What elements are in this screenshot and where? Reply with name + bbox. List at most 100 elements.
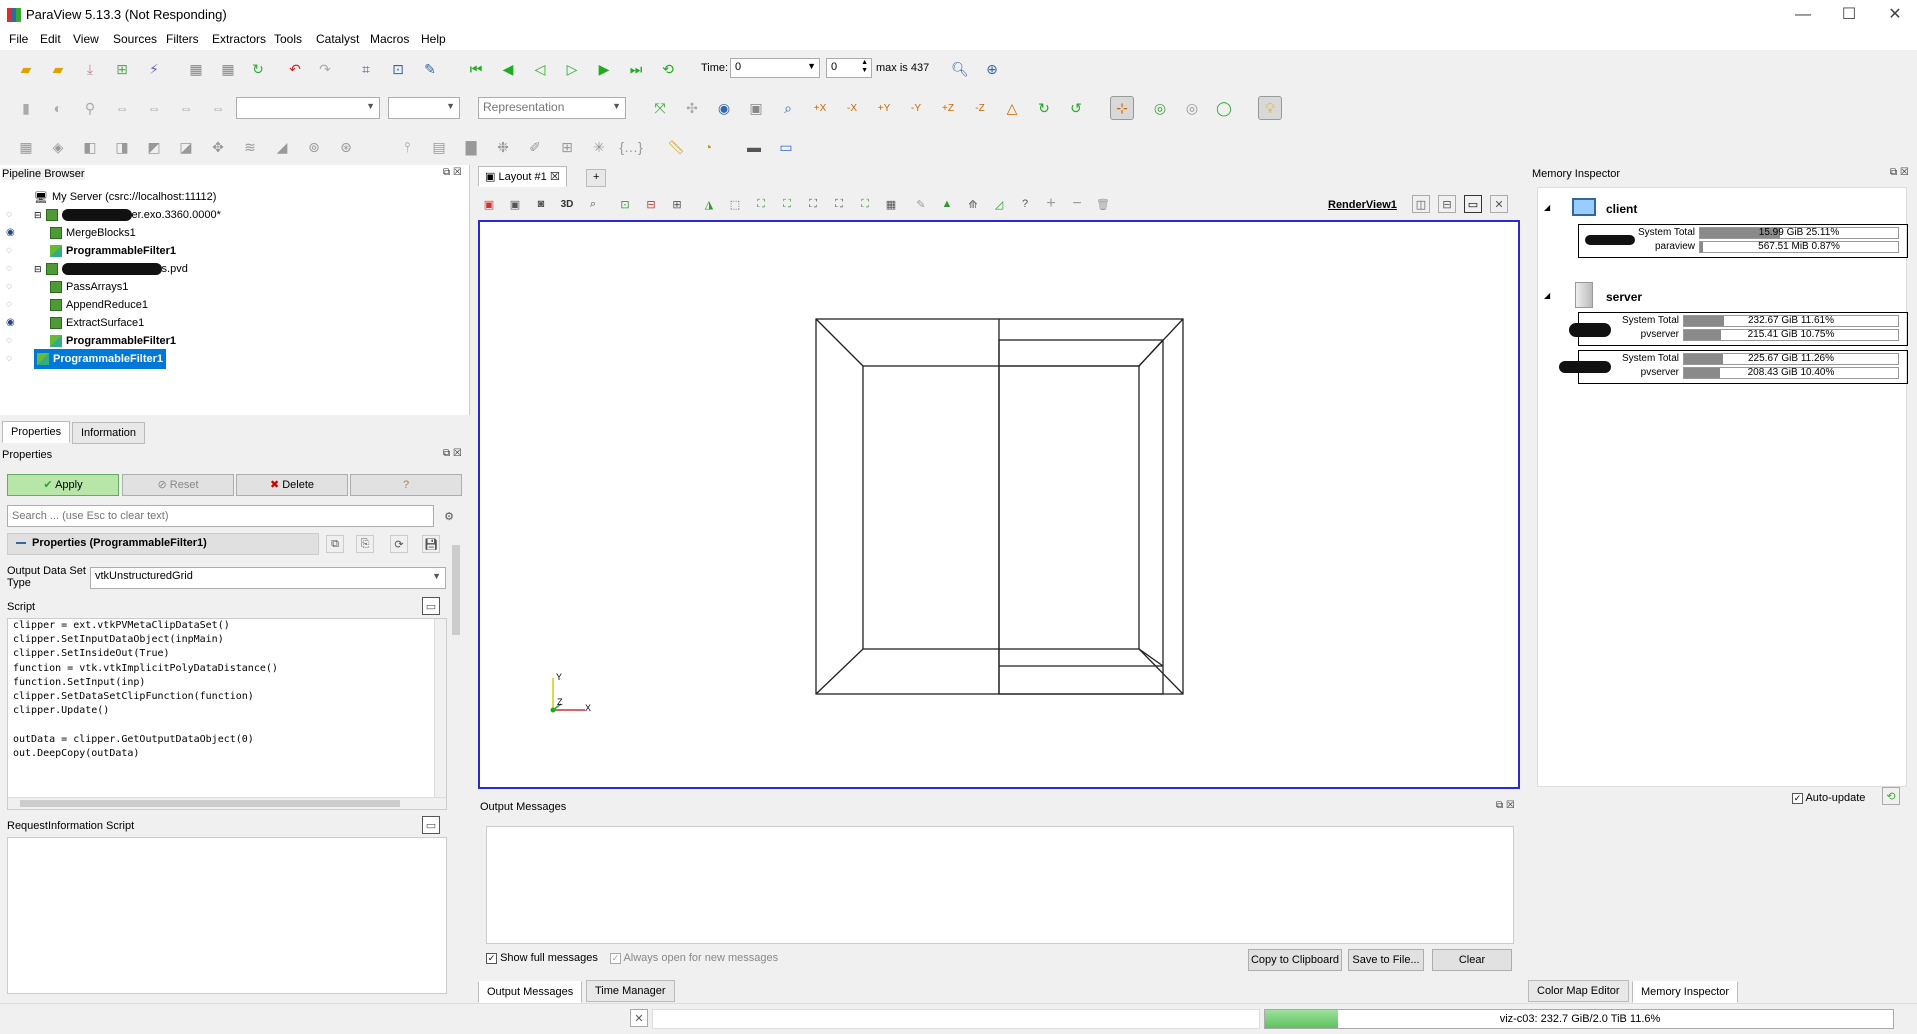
ruler-icon[interactable]: 📏︎ — [664, 135, 688, 159]
memory-usage-bar[interactable]: viz-c03: 232.7 GiB/2.0 TiB 11.6% — [1264, 1009, 1894, 1029]
isometric-view-icon[interactable]: △ — [1000, 96, 1024, 120]
disconnect-icon[interactable]: ⚡ — [142, 57, 166, 81]
visibility-eye-icon[interactable]: ◌ — [6, 245, 12, 256]
close-tab-icon[interactable]: ☒ — [550, 171, 560, 183]
script-editor[interactable]: clipper = ext.vtkPVMetaClipDataSet() clip… — [7, 618, 447, 810]
open-file-icon[interactable]: ▰ — [14, 57, 38, 81]
next-frame-icon[interactable]: ▶ — [592, 57, 616, 81]
pipeline-item[interactable]: MergeBlocks1 — [50, 223, 136, 243]
menu-filters[interactable]: Filters — [166, 32, 199, 46]
view-plus-x-icon[interactable]: +X — [808, 96, 832, 120]
save-state-icon[interactable]: ▦ — [216, 57, 240, 81]
reset-range-icon[interactable]: ⚲ — [78, 96, 102, 120]
rotate-minus-90-icon[interactable]: ↺ — [1064, 96, 1088, 120]
plot-global-icon[interactable]: ⊞ — [555, 135, 579, 159]
minimize-button[interactable]: — — [1780, 0, 1826, 30]
pick-center-icon[interactable]: ◎ — [1180, 96, 1204, 120]
toggle-3d-button[interactable]: 3D — [558, 195, 576, 213]
properties-scrollbar[interactable] — [450, 533, 462, 996]
contour-icon[interactable]: ◈ — [46, 135, 70, 159]
plot-data-icon[interactable]: ❉ — [491, 135, 515, 159]
extract-level-icon[interactable]: ⊛ — [334, 135, 358, 159]
maximize-button[interactable]: ☐ — [1826, 0, 1872, 30]
undo-icon[interactable]: ↶ — [283, 57, 307, 81]
edit-color-map-icon[interactable]: ◐ — [46, 96, 70, 120]
calculator-icon[interactable]: ▦ — [14, 135, 38, 159]
refresh-memory-icon[interactable]: ⟲ — [1882, 787, 1900, 805]
zoom-closest-icon[interactable]: ⌕ — [776, 96, 800, 120]
menu-help[interactable]: Help — [421, 32, 446, 46]
remove-minus-icon[interactable]: − — [1068, 195, 1086, 213]
color-array-combo[interactable]: ▼ — [236, 97, 380, 119]
output-type-combo[interactable]: vtkUnstructuredGrid ▼ — [90, 567, 446, 589]
zoom-box-icon[interactable]: ⊕ — [980, 57, 1004, 81]
view-plus-z-icon[interactable]: +Z — [936, 96, 960, 120]
split-vertical-icon[interactable]: ⊟ — [1438, 195, 1456, 213]
output-text-area[interactable] — [486, 826, 1514, 944]
clip-icon[interactable]: ◧ — [78, 135, 102, 159]
last-frame-icon[interactable]: ⏭ — [624, 57, 648, 81]
script-scrollbar-h[interactable] — [8, 797, 446, 809]
zoom-to-data-icon[interactable]: ◉ — [712, 96, 736, 120]
menu-macros[interactable]: Macros — [370, 32, 409, 46]
select-points-icon[interactable]: ⊟ — [642, 195, 660, 213]
ray-trace-icon[interactable]: ✳ — [587, 135, 611, 159]
grow-selection-icon[interactable]: ⛶ — [830, 195, 848, 213]
tab-memory-inspector[interactable]: Memory Inspector — [1632, 981, 1739, 1003]
visibility-eye-icon[interactable]: ◌ — [6, 353, 12, 364]
warp-vector-icon[interactable]: ◢ — [270, 135, 294, 159]
save-defaults-icon[interactable]: 💾︎ — [422, 535, 440, 553]
tab-time-manager[interactable]: Time Manager — [586, 980, 675, 1002]
find-data-icon[interactable]: ⊡ — [386, 57, 410, 81]
rescale-visible-icon[interactable]: ⇔ — [174, 96, 198, 120]
play-icon[interactable]: ▷ — [560, 57, 584, 81]
pipeline-item[interactable]: ExtractSurface1 — [50, 313, 144, 333]
copy-clipboard-button[interactable]: Copy to Clipboard — [1248, 949, 1342, 971]
select-frustum-icon[interactable]: ◮ — [700, 195, 718, 213]
rescale-other-icon[interactable]: ⇔ — [206, 96, 230, 120]
view-plus-y-icon[interactable]: +Y — [872, 96, 896, 120]
reset-center-icon[interactable]: ◯ — [1212, 96, 1236, 120]
status-close-icon[interactable]: ✕ — [630, 1009, 648, 1027]
representation-combo[interactable]: Representation ▼ — [478, 97, 626, 119]
measure-distance-icon[interactable]: ▲ — [938, 195, 956, 213]
group-datasets-icon[interactable]: ⊚ — [302, 135, 326, 159]
tab-output-messages[interactable]: Output Messages — [478, 981, 583, 1003]
probe-location-icon[interactable]: ◿ — [990, 195, 1008, 213]
properties-section-header[interactable]: Properties (ProgrammableFilter1) — [7, 533, 319, 555]
menu-sources[interactable]: Sources — [113, 32, 157, 46]
close-view-icon[interactable]: ✕ — [1490, 195, 1508, 213]
link-camera-icon[interactable]: ▬ — [742, 135, 766, 159]
save-to-file-button[interactable]: Save to File... — [1348, 949, 1424, 971]
menu-file[interactable]: File — [9, 32, 28, 46]
zoom-data-icon[interactable]: 🔍︎ — [948, 57, 972, 81]
rescale-custom-icon[interactable]: ⇔ — [110, 96, 134, 120]
render-view-label[interactable]: RenderView1 — [1328, 199, 1397, 211]
plot-over-line-icon[interactable]: ▤ — [427, 135, 451, 159]
toggle-color-legend-icon[interactable]: ▮ — [14, 96, 38, 120]
visibility-eye-icon[interactable]: ◉ — [6, 227, 15, 238]
auto-update-checkbox[interactable]: ✓ Auto-update — [1792, 792, 1865, 804]
measure-angle-icon[interactable]: ⟰ — [964, 195, 982, 213]
redo-icon[interactable]: ↷ — [313, 57, 337, 81]
json-icon[interactable]: {…} — [619, 135, 643, 159]
maximize-editor-icon[interactable]: ▭ — [422, 597, 440, 615]
apply-button[interactable]: ✔︎ Apply — [7, 474, 119, 496]
render-view[interactable]: Y X Z — [478, 220, 1520, 789]
slice-icon[interactable]: ◨ — [110, 135, 134, 159]
visibility-eye-icon[interactable]: ◌ — [6, 263, 12, 274]
advanced-settings-icon[interactable]: ⚙ — [440, 507, 458, 525]
protractor-icon[interactable]: ◔ — [696, 135, 720, 159]
hover-cells-icon[interactable]: ⛶ — [804, 195, 822, 213]
connect-icon[interactable]: ⊞ — [110, 57, 134, 81]
reset-camera-closest-icon[interactable]: ✣ — [680, 96, 704, 120]
server-expand-icon[interactable]: ◢ — [1544, 291, 1550, 300]
probe-icon[interactable]: ⫯ — [395, 135, 419, 159]
split-view-icon[interactable]: ▭ — [774, 135, 798, 159]
pipeline-item[interactable]: ProgrammableFilter1 — [50, 241, 176, 261]
histogram-icon[interactable]: ▇ — [459, 135, 483, 159]
shrink-selection-icon[interactable]: ⛶ — [856, 195, 874, 213]
select-polygon-icon[interactable]: ⬚ — [726, 195, 744, 213]
server-item[interactable]: 🖥︎ My Server (csrc://localhost:11112) — [34, 187, 216, 207]
properties-search-input[interactable] — [7, 505, 434, 527]
